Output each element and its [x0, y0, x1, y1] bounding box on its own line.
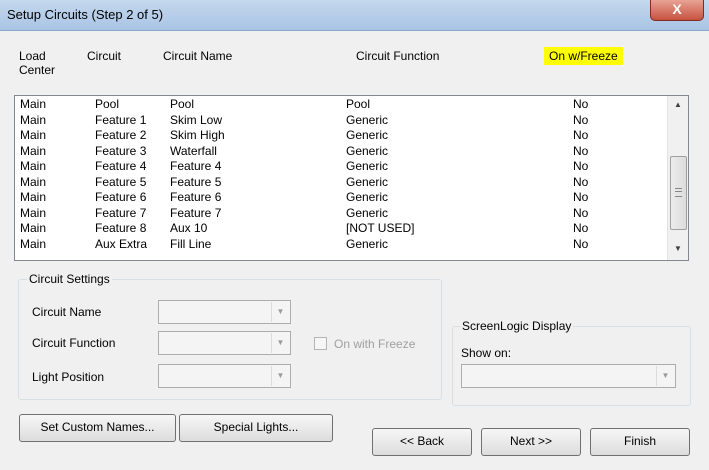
- column-header-circuit-name: Circuit Name: [163, 49, 233, 63]
- cell-on-freeze: No: [573, 174, 589, 189]
- set-custom-names-button[interactable]: Set Custom Names...: [19, 414, 176, 442]
- cell-on-freeze: No: [573, 190, 589, 204]
- column-header-circuit-function: Circuit Function: [356, 49, 440, 63]
- circuit-list[interactable]: Main Pool Pool Pool No Main Feature 1 Skim Low G…: [14, 95, 689, 261]
- cell-load-center: Main: [20, 128, 47, 142]
- table-row[interactable]: Main Pool Pool Pool No: [15, 97, 667, 113]
- cell-circuit: Feature 2: [95, 128, 147, 142]
- cell-load-center: Main: [20, 143, 47, 158]
- cell-circuit-name: Feature 7: [170, 205, 222, 220]
- circuit-name-label: Circuit Name: [32, 305, 102, 319]
- cell-on-freeze: No: [573, 236, 589, 251]
- cell-load-center: Main: [20, 236, 47, 251]
- light-position-label: Light Position: [32, 370, 105, 384]
- cell-circuit-function: [NOT USED]: [346, 221, 415, 235]
- show-on-dropdown[interactable]: ▼: [461, 364, 676, 388]
- cell-circuit: Feature 5: [95, 174, 147, 189]
- cell-circuit-name: Skim Low: [170, 112, 223, 127]
- light-position-dropdown[interactable]: ▼: [158, 364, 291, 388]
- screenlogic-display-legend: ScreenLogic Display: [460, 319, 574, 333]
- chevron-down-icon: ▼: [271, 333, 289, 353]
- scroll-up-icon[interactable]: ▲: [668, 96, 688, 114]
- column-header-circuit: Circuit: [87, 49, 122, 63]
- cell-circuit-function: Generic: [346, 236, 389, 251]
- circuit-settings-legend: Circuit Settings: [27, 272, 112, 286]
- cell-on-freeze: No: [573, 97, 589, 111]
- cell-circuit-name: Waterfall: [170, 143, 217, 158]
- circuit-function-label: Circuit Function: [32, 336, 116, 350]
- window-title: Setup Circuits (Step 2 of 5): [7, 7, 164, 22]
- cell-load-center: Main: [20, 221, 47, 235]
- cell-circuit-name: Pool: [170, 97, 195, 111]
- cell-circuit-name: Feature 4: [170, 159, 222, 173]
- grip-icon: [675, 188, 682, 197]
- cell-on-freeze: No: [573, 221, 589, 235]
- cell-on-freeze: No: [573, 159, 589, 173]
- cell-circuit: Feature 1: [95, 112, 147, 127]
- table-row[interactable]: Main Feature 6 Feature 6 Generic No: [15, 190, 667, 206]
- on-with-freeze-label: On with Freeze: [334, 337, 416, 351]
- show-on-label: Show on:: [461, 346, 512, 360]
- cell-on-freeze: No: [573, 112, 589, 127]
- column-header-load-center: Load Center: [19, 49, 56, 77]
- cell-circuit-function: Generic: [346, 143, 389, 158]
- cell-circuit: Feature 6: [95, 190, 147, 204]
- close-icon: X: [672, 1, 682, 17]
- finish-button[interactable]: Finish: [590, 428, 690, 456]
- scroll-down-icon[interactable]: ▼: [668, 240, 688, 258]
- cell-circuit-function: Pool: [346, 97, 371, 111]
- table-row[interactable]: Main Feature 5 Feature 5 Generic No: [15, 175, 667, 191]
- close-button[interactable]: X: [650, 0, 704, 21]
- cell-circuit-name: Feature 5: [170, 174, 222, 189]
- cell-circuit-name: Feature 6: [170, 190, 222, 204]
- cell-circuit: Feature 4: [95, 159, 147, 173]
- table-row[interactable]: Main Feature 8 Aux 10 [NOT USED] No: [15, 221, 667, 237]
- cell-circuit: Aux Extra: [95, 236, 148, 251]
- scroll-thumb[interactable]: [670, 156, 687, 230]
- cell-load-center: Main: [20, 174, 47, 189]
- table-row[interactable]: Main Feature 1 Skim Low Generic No: [15, 113, 667, 129]
- list-scrollbar[interactable]: ▲ ▼: [667, 96, 688, 260]
- cell-on-freeze: No: [573, 143, 589, 158]
- cell-circuit-name: Aux 10: [170, 221, 208, 235]
- title-bar: Setup Circuits (Step 2 of 5) X: [0, 0, 709, 31]
- cell-load-center: Main: [20, 190, 47, 204]
- cell-on-freeze: No: [573, 128, 589, 142]
- chevron-down-icon: ▼: [271, 366, 289, 386]
- cell-circuit-function: Generic: [346, 159, 389, 173]
- cell-circuit-name: Skim High: [170, 128, 225, 142]
- special-lights-button[interactable]: Special Lights...: [179, 414, 333, 442]
- cell-circuit-function: Generic: [346, 205, 389, 220]
- circuit-name-dropdown[interactable]: ▼: [158, 300, 291, 324]
- cell-circuit: Feature 8: [95, 221, 147, 235]
- chevron-down-icon: ▼: [271, 302, 289, 322]
- cell-circuit-function: Generic: [346, 174, 389, 189]
- table-row[interactable]: Main Feature 7 Feature 7 Generic No: [15, 206, 667, 222]
- cell-circuit-name: Fill Line: [170, 236, 212, 251]
- cell-on-freeze: No: [573, 205, 589, 220]
- cell-circuit: Feature 7: [95, 205, 147, 220]
- back-button[interactable]: << Back: [372, 428, 472, 456]
- cell-circuit: Pool: [95, 97, 120, 111]
- cell-load-center: Main: [20, 112, 47, 127]
- next-button[interactable]: Next >>: [481, 428, 581, 456]
- table-row[interactable]: Main Aux Extra Fill Line Generic No: [15, 237, 667, 253]
- cell-circuit: Feature 3: [95, 143, 147, 158]
- cell-circuit-function: Generic: [346, 190, 389, 204]
- on-with-freeze-checkbox[interactable]: [314, 337, 327, 350]
- cell-load-center: Main: [20, 97, 47, 111]
- cell-load-center: Main: [20, 159, 47, 173]
- column-header-on-freeze: On w/Freeze: [544, 47, 623, 65]
- table-row[interactable]: Main Feature 4 Feature 4 Generic No: [15, 159, 667, 175]
- table-row[interactable]: Main Feature 3 Waterfall Generic No: [15, 144, 667, 160]
- cell-circuit-function: Generic: [346, 112, 389, 127]
- table-row[interactable]: Main Feature 2 Skim High Generic No: [15, 128, 667, 144]
- cell-load-center: Main: [20, 205, 47, 220]
- cell-circuit-function: Generic: [346, 128, 389, 142]
- chevron-down-icon: ▼: [656, 366, 674, 386]
- circuit-function-dropdown[interactable]: ▼: [158, 331, 291, 355]
